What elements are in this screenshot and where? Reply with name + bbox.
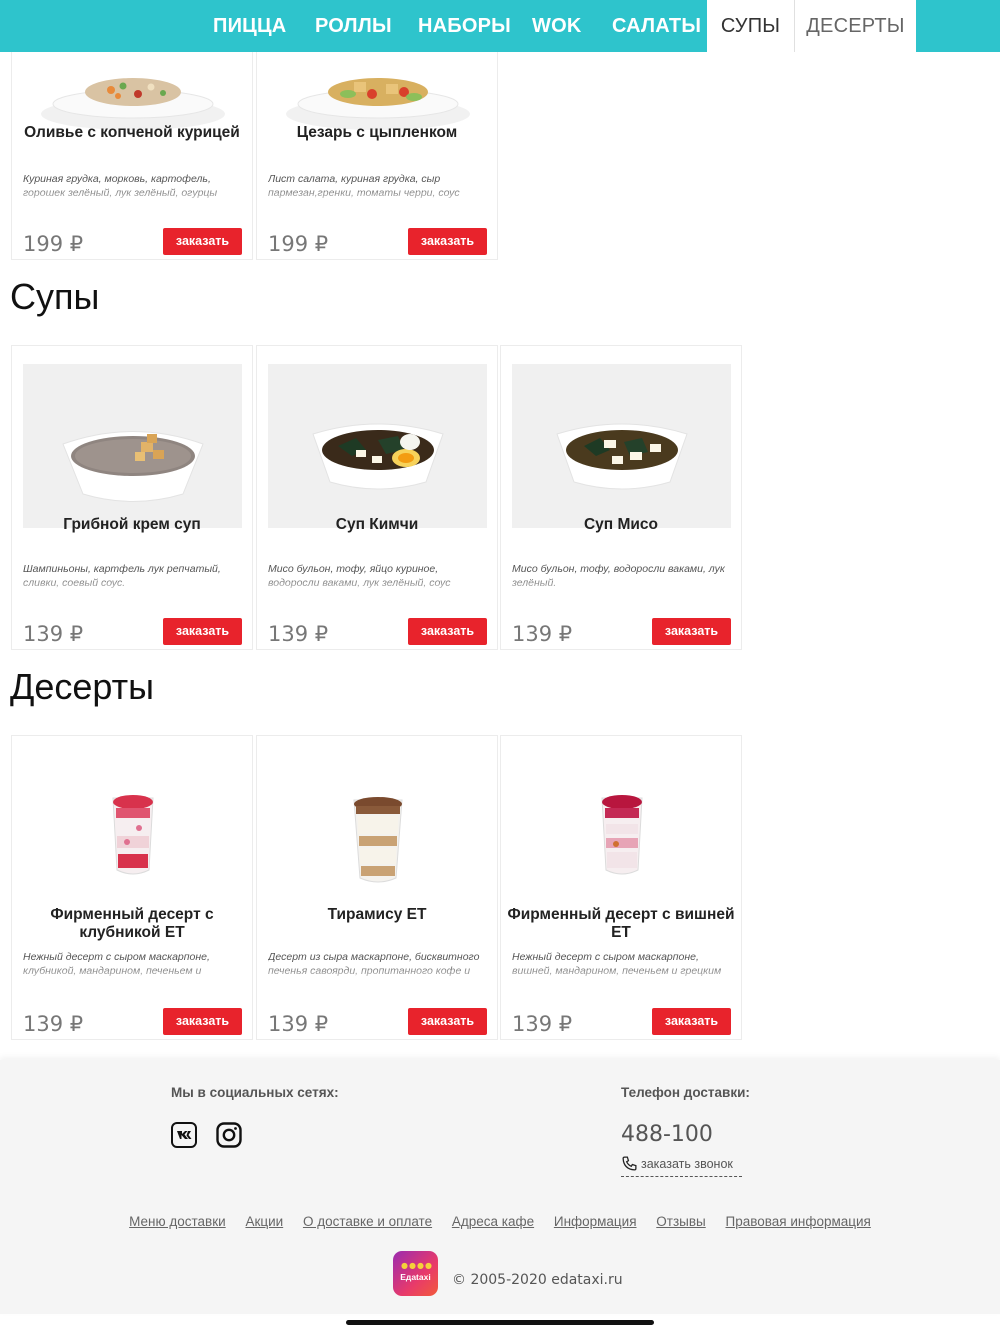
tab-sets[interactable]: НАБОРЫ <box>418 0 511 52</box>
section-title-soups: Супы <box>10 276 100 317</box>
order-button[interactable]: заказать <box>408 618 487 645</box>
logo-dots: ●●●● <box>401 1261 433 1270</box>
link-legal[interactable]: Правовая информация <box>726 1214 871 1229</box>
edataxi-logo[interactable]: ●●●● Едаtaxi <box>393 1251 438 1296</box>
tab-wok[interactable]: WOK <box>532 0 581 52</box>
link-delivery-menu[interactable]: Меню доставки <box>129 1214 226 1229</box>
product-description: Нежный десерт с сыром маскарпоне, клубни… <box>23 951 210 980</box>
product-title: Суп Мисо <box>583 516 658 533</box>
product-price: 139 ₽ <box>512 622 573 646</box>
callback-label: заказать звонок <box>641 1157 733 1171</box>
phone-icon <box>621 1155 638 1176</box>
product-title: Оливье с копченой курицей <box>24 124 240 141</box>
instagram-icon[interactable] <box>216 1122 242 1148</box>
product-title: Суп Кимчи <box>335 516 419 533</box>
product-description: Шампиньоны, картфель лук репчатый, сливк… <box>23 563 221 589</box>
product-image-cherry-dessert <box>512 754 731 918</box>
tab-desserts[interactable]: ДЕСЕРТЫ <box>794 0 916 52</box>
tab-pizza[interactable]: ПИЦЦА <box>213 0 286 52</box>
logo-text: Едаtaxi <box>400 1272 431 1282</box>
product-card: Грибной крем суп Шампиньоны, картфель лу… <box>11 345 253 650</box>
phone-label: Телефон доставки: <box>621 1085 750 1100</box>
tab-salads[interactable]: САЛАТЫ <box>612 0 701 52</box>
category-nav: ПИЦЦА РОЛЛЫ НАБОРЫ WOK САЛАТЫ СУПЫ ДЕСЕР… <box>0 0 1000 52</box>
product-image-kimchi-soup <box>268 364 487 528</box>
order-button[interactable]: заказать <box>408 1008 487 1035</box>
order-button[interactable]: заказать <box>652 618 731 645</box>
product-title: Фирменный десерт с вишней ЕТ <box>507 906 735 941</box>
product-description: Мисо бульон, тофу, водоросли ваками, лук… <box>512 563 725 589</box>
product-image-strawberry-dessert <box>23 754 242 918</box>
social-label: Мы в социальных сетях: <box>171 1085 339 1100</box>
link-promotions[interactable]: Акции <box>245 1214 283 1229</box>
copyright: © 2005-2020 edataxi.ru <box>452 1272 623 1288</box>
product-card: Суп Кимчи Мисо бульон, тофу, яйцо курино… <box>256 345 498 650</box>
product-card: Фирменный десерт с клубникой ЕТ Нежный д… <box>11 735 253 1040</box>
section-title-desserts: Десерты <box>10 666 155 707</box>
product-description: Мисо бульон, тофу, яйцо куриное, водорос… <box>268 563 451 592</box>
product-price: 199 ₽ <box>268 232 329 256</box>
link-delivery-payment[interactable]: О доставке и оплате <box>303 1214 432 1229</box>
product-description: Нежный десерт с сыром маскарпоне, вишней… <box>512 951 722 977</box>
footer-links: Меню доставки Акции О доставке и оплате … <box>0 1214 1000 1229</box>
link-cafe-addresses[interactable]: Адреса кафе <box>452 1214 534 1229</box>
product-price: 139 ₽ <box>268 622 329 646</box>
tab-soups[interactable]: СУПЫ <box>707 0 794 52</box>
delivery-phone[interactable]: 488-100 <box>621 1122 713 1147</box>
callback-link[interactable]: заказать звонок <box>621 1155 742 1177</box>
product-title: Фирменный десерт с клубникой ЕТ <box>50 906 214 941</box>
product-title: Грибной крем суп <box>63 516 201 533</box>
product-description: Куриная грудка, морковь, картофель, горо… <box>23 173 218 199</box>
product-image-mushroom-soup <box>23 364 242 528</box>
product-description: Десерт из сыра маскарпоне, бисквитного п… <box>268 951 480 977</box>
tab-rolls[interactable]: РОЛЛЫ <box>315 0 392 52</box>
product-price: 139 ₽ <box>23 622 84 646</box>
product-price: 139 ₽ <box>268 1012 329 1036</box>
product-title: Тирамису ЕТ <box>327 906 427 923</box>
order-button[interactable]: заказать <box>163 1008 242 1035</box>
product-price: 139 ₽ <box>23 1012 84 1036</box>
product-card: Тирамису ЕТ Десерт из сыра маскарпоне, б… <box>256 735 498 1040</box>
home-indicator <box>346 1320 654 1325</box>
product-price: 199 ₽ <box>23 232 84 256</box>
product-card: Фирменный десерт с вишней ЕТ Нежный десе… <box>500 735 742 1040</box>
product-price: 139 ₽ <box>512 1012 573 1036</box>
order-button[interactable]: заказать <box>163 228 242 255</box>
product-description: Лист салата, куриная грудка, сыр пармеза… <box>268 173 460 199</box>
link-information[interactable]: Информация <box>554 1214 637 1229</box>
product-image-tiramisu <box>268 754 487 918</box>
order-button[interactable]: заказать <box>163 618 242 645</box>
product-card: Суп Мисо Мисо бульон, тофу, водоросли ва… <box>500 345 742 650</box>
order-button[interactable]: заказать <box>652 1008 731 1035</box>
vk-icon[interactable] <box>171 1122 197 1148</box>
footer: Мы в социальных сетях: Телефон доставки:… <box>0 1060 1000 1314</box>
product-title: Цезарь с цыпленком <box>296 124 458 141</box>
order-button[interactable]: заказать <box>408 228 487 255</box>
link-reviews[interactable]: Отзывы <box>656 1214 705 1229</box>
product-image-miso-soup <box>512 364 731 528</box>
